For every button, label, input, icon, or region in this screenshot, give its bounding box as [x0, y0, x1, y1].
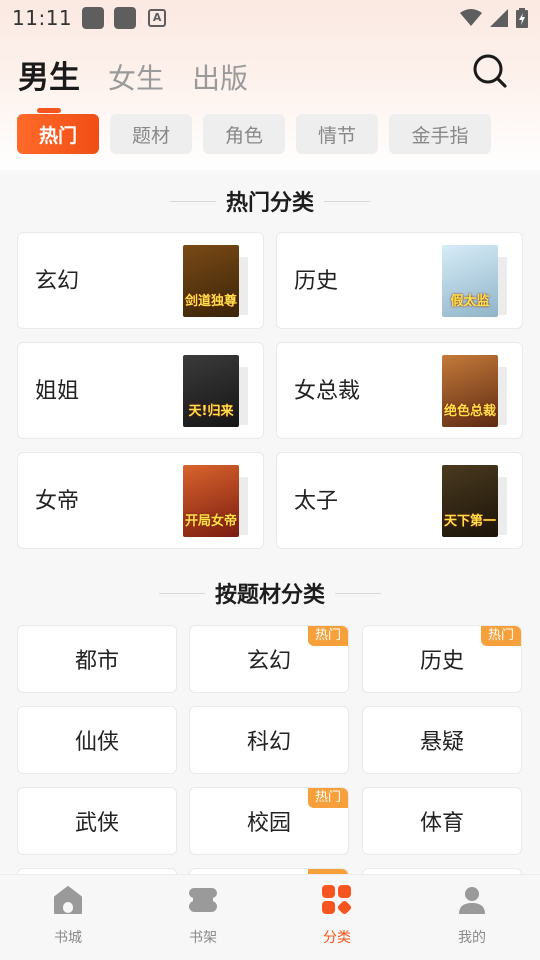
topic-name: 体育: [419, 811, 464, 836]
search-icon: [473, 54, 507, 88]
category-name: 历史: [294, 269, 339, 294]
tab-label: 女生: [108, 62, 165, 95]
nav-bookstore[interactable]: 书城: [18, 875, 118, 960]
gender-tabs: 男生 女生 出版: [18, 52, 248, 113]
topic-card[interactable]: 玄幻 热门: [189, 625, 349, 693]
cover-title: 开局女帝: [184, 514, 237, 529]
wifi-icon: [460, 9, 482, 26]
topic-card[interactable]: 悬疑: [362, 706, 522, 774]
topic-name: 仙侠: [74, 730, 119, 755]
divider: [335, 592, 381, 594]
topic-name: 历史: [419, 649, 464, 674]
tab-label: 男生: [18, 60, 80, 96]
book-cover: 天下第一: [442, 465, 498, 537]
home-icon: [54, 886, 82, 914]
book-cover: 开局女帝: [183, 465, 239, 537]
cover-title: 绝色总裁: [443, 404, 496, 419]
book-cover: 假太监: [442, 245, 498, 317]
divider: [158, 592, 205, 594]
notification-icon: [82, 7, 105, 29]
hot-badge: 热门: [308, 788, 348, 808]
bottom-navigation: 书城 书架 分类 我的: [0, 874, 540, 960]
hot-category-card[interactable]: 姐姐 天!归来: [17, 342, 264, 439]
topic-name: 校园: [246, 811, 291, 836]
section-title-text: 热门分类: [225, 191, 314, 216]
cover-title: 天!归来: [188, 404, 234, 419]
nav-profile[interactable]: 我的: [422, 875, 522, 960]
category-name: 太子: [294, 489, 339, 514]
category-icon: [322, 885, 352, 915]
hot-category-card[interactable]: 女总裁 绝色总裁: [276, 342, 523, 439]
tab-label: 出版: [192, 62, 249, 95]
hot-category-card[interactable]: 女帝 开局女帝: [17, 452, 264, 549]
category-content[interactable]: 热门分类 玄幻 剑道独尊 历史 假太监 姐姐 天!归来 女总裁 绝色总裁 女帝 …: [0, 170, 540, 874]
tab-male[interactable]: 男生: [18, 52, 80, 113]
topic-card[interactable]: 都市: [17, 625, 177, 693]
signal-icon: [490, 9, 508, 27]
nav-label: 分类: [323, 930, 351, 946]
category-name: 女帝: [35, 489, 80, 514]
active-tab-indicator: [37, 108, 61, 113]
notification-icon: [114, 7, 137, 29]
book-cover: 绝色总裁: [442, 355, 498, 427]
nav-label: 我的: [458, 930, 486, 946]
hot-category-card[interactable]: 太子 天下第一: [276, 452, 523, 549]
chip-topic[interactable]: 题材: [110, 114, 192, 154]
cover-title: 假太监: [450, 294, 490, 309]
chip-golden-finger[interactable]: 金手指: [389, 114, 491, 154]
nav-category[interactable]: 分类: [287, 875, 387, 960]
nav-label: 书城: [54, 930, 82, 946]
status-bar: 11:11 A: [0, 0, 540, 36]
hot-section-title: 热门分类: [0, 186, 540, 216]
search-button[interactable]: [471, 52, 509, 90]
divider: [169, 200, 216, 202]
topic-card[interactable]: 仙侠: [17, 706, 177, 774]
hot-category-card[interactable]: 历史 假太监: [276, 232, 523, 329]
tab-female[interactable]: 女生: [108, 57, 164, 97]
topic-name: 科幻: [246, 730, 291, 755]
chip-role[interactable]: 角色: [203, 114, 285, 154]
status-time: 11:11: [12, 6, 73, 30]
divider: [324, 200, 370, 202]
cover-title: 天下第一: [443, 514, 496, 529]
nav-label: 书架: [189, 930, 217, 946]
category-name: 姐姐: [35, 379, 80, 404]
topic-name: 玄幻: [246, 649, 291, 674]
cover-title: 剑道独尊: [184, 294, 237, 309]
hot-category-card[interactable]: 玄幻 剑道独尊: [17, 232, 264, 329]
keyboard-icon: A: [148, 9, 167, 27]
battery-icon: [516, 8, 528, 28]
section-title-text: 按题材分类: [214, 583, 325, 608]
chip-hot[interactable]: 热门: [17, 114, 99, 154]
hot-badge: 热门: [481, 626, 521, 646]
tab-publishing[interactable]: 出版: [192, 57, 248, 97]
topic-card[interactable]: 科幻: [189, 706, 349, 774]
topic-card[interactable]: 武侠: [17, 787, 177, 855]
book-cover: 剑道独尊: [183, 245, 239, 317]
topic-name: 悬疑: [419, 730, 464, 755]
filter-chips: 热门 题材 角色 情节 金手指: [17, 114, 491, 154]
topic-name: 武侠: [74, 811, 119, 836]
book-cover: 天!归来: [183, 355, 239, 427]
nav-bookshelf[interactable]: 书架: [153, 875, 253, 960]
topic-card[interactable]: 校园 热门: [189, 787, 349, 855]
topic-card[interactable]: 历史 热门: [362, 625, 522, 693]
topic-card[interactable]: 体育: [362, 787, 522, 855]
profile-icon: [459, 887, 485, 914]
topic-section-title: 按题材分类: [0, 578, 540, 608]
chip-plot[interactable]: 情节: [296, 114, 378, 154]
category-name: 玄幻: [35, 269, 80, 294]
bookshelf-icon: [189, 888, 217, 912]
category-name: 女总裁: [294, 379, 361, 404]
topic-name: 都市: [74, 649, 119, 674]
hot-badge: 热门: [308, 626, 348, 646]
